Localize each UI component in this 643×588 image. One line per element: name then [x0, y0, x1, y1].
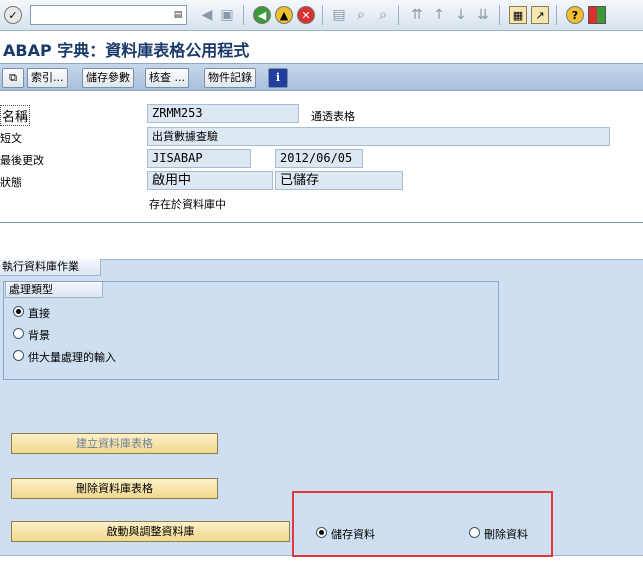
customize-layout-icon[interactable]	[588, 6, 606, 24]
first-page-icon[interactable]: ⇈	[408, 6, 426, 24]
back-icon[interactable]: ◀	[253, 6, 271, 24]
enter-icon[interactable]: ✓	[4, 6, 22, 24]
radio-direct-label: 直接	[28, 307, 50, 320]
new-session-icon[interactable]: ▦	[509, 6, 527, 24]
storage-params-button[interactable]: 儲存參數	[82, 68, 134, 88]
system-toolbar: ✓ ▤ ◀ ▣ ◀ ▲ ✕ ▤ ⌕ ⌕ ⇈ ↑ ↓ ⇊ ▦ ↗ ?	[0, 0, 643, 31]
previous-page-icon[interactable]: ↑	[430, 6, 448, 24]
shortcut-icon[interactable]: ↗	[531, 6, 549, 24]
name-label: 名稱	[0, 105, 31, 126]
processing-type-label: 處理類型	[5, 282, 103, 298]
db-operations-tab: 執行資料庫作業	[0, 259, 101, 276]
last-changed-label: 最後更改	[0, 154, 44, 167]
status-saved-field: 已儲存	[275, 171, 403, 190]
radio-background[interactable]	[13, 328, 24, 339]
radio-mass-processing-label: 供大量處理的輸入	[28, 351, 116, 364]
display-change-icon[interactable]: ⧉	[2, 68, 24, 88]
cancel-icon[interactable]: ✕	[297, 6, 315, 24]
radio-direct[interactable]	[13, 306, 24, 317]
radio-background-label: 背景	[28, 329, 50, 342]
find-icon[interactable]: ⌕	[352, 6, 370, 24]
dropdown-icon[interactable]: ▤	[172, 8, 184, 22]
status-label: 狀態	[0, 176, 22, 189]
short-text-field[interactable]: 出貨數據查驗	[147, 127, 610, 146]
radio-mass-processing[interactable]	[13, 350, 24, 361]
table-type-text: 通透表格	[311, 110, 355, 123]
name-field[interactable]: ZRMM253	[147, 104, 299, 123]
next-page-icon[interactable]: ↓	[452, 6, 470, 24]
last-page-icon[interactable]: ⇊	[474, 6, 492, 24]
last-changed-date-field[interactable]: 2012/06/05	[275, 149, 363, 168]
print-icon[interactable]: ▤	[330, 6, 348, 24]
object-log-button[interactable]: 物件記錄	[204, 68, 256, 88]
triangle-left-icon[interactable]: ◀	[198, 6, 216, 24]
save-icon[interactable]: ▣	[218, 6, 236, 24]
find-next-icon[interactable]: ⌕	[374, 6, 392, 24]
create-db-table-button[interactable]: 建立資料庫表格	[11, 433, 218, 454]
divider	[0, 222, 643, 223]
info-icon[interactable]: i	[268, 68, 288, 88]
command-field[interactable]: ▤	[30, 5, 187, 25]
indexes-button[interactable]: 索引...	[27, 68, 68, 88]
page-title: ABAP 字典：資料庫表格公用程式	[3, 41, 250, 60]
short-text-label: 短文	[0, 132, 22, 145]
last-changed-user-field[interactable]: JISABAP	[147, 149, 251, 168]
activate-adjust-db-button[interactable]: 啟動與調整資料庫	[11, 521, 290, 542]
highlight-box	[292, 491, 553, 557]
exists-in-db-text: 存在於資料庫中	[149, 198, 226, 211]
delete-db-table-button[interactable]: 刪除資料庫表格	[11, 478, 218, 499]
exit-icon[interactable]: ▲	[275, 6, 293, 24]
status-active-field: 啟用中	[147, 171, 273, 190]
application-toolbar: ⧉ 索引... 儲存參數 核查 ... 物件記錄 i	[0, 63, 643, 91]
help-icon[interactable]: ?	[566, 6, 584, 24]
check-button[interactable]: 核查 ...	[145, 68, 189, 88]
